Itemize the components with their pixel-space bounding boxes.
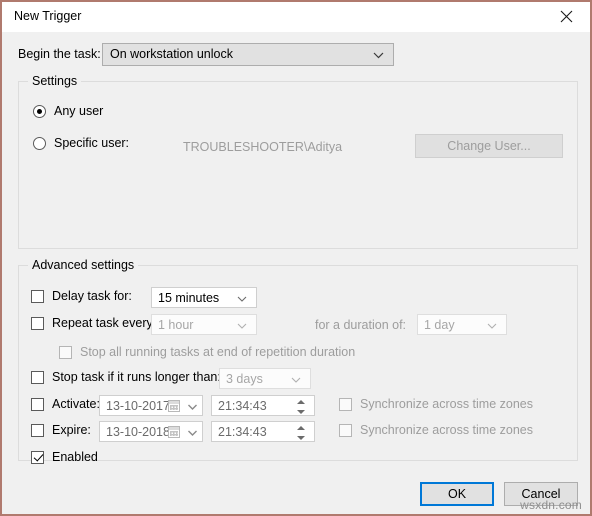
- radio-specific-user-indicator: [33, 136, 46, 150]
- spinner-activate-time[interactable]: [297, 399, 310, 415]
- checkbox-sync-expire-indicator: [339, 423, 352, 437]
- radio-any-user[interactable]: Any user: [33, 104, 103, 118]
- time-field-activate[interactable]: 21:34:43: [211, 395, 315, 416]
- specific-user-value: TROUBLESHOOTER\Aditya: [183, 140, 343, 154]
- close-icon: [560, 10, 573, 23]
- calendar-icon: [168, 426, 180, 438]
- checkbox-sync-activate[interactable]: Synchronize across time zones: [339, 397, 533, 411]
- checkbox-repeat-task-label: Repeat task every:: [52, 316, 157, 330]
- radio-specific-user[interactable]: Specific user:: [33, 136, 129, 150]
- date-field-activate-value: 13-10-2017: [106, 399, 170, 413]
- combo-duration[interactable]: 1 day: [417, 314, 507, 335]
- combo-stop-task[interactable]: 3 days: [219, 368, 311, 389]
- combo-repeat-task-value: 1 hour: [158, 318, 194, 332]
- checkbox-stop-all-running-tasks-indicator: [59, 345, 72, 359]
- checkbox-expire-label: Expire:: [52, 423, 91, 437]
- advanced-legend: Advanced settings: [28, 258, 139, 272]
- chevron-down-icon: [188, 397, 197, 415]
- checkbox-sync-activate-indicator: [339, 397, 352, 411]
- combo-delay-task[interactable]: 15 minutes: [151, 287, 257, 308]
- change-user-button[interactable]: Change User...: [415, 134, 563, 158]
- settings-group: Settings Any user Specific user: TROUBLE…: [18, 74, 578, 249]
- checkbox-enabled[interactable]: Enabled: [31, 450, 98, 464]
- combo-repeat-task[interactable]: 1 hour: [151, 314, 257, 335]
- close-button[interactable]: [544, 2, 588, 31]
- checkbox-expire-indicator: [31, 423, 44, 437]
- title-bar: New Trigger: [2, 2, 590, 32]
- radio-any-user-label: Any user: [54, 104, 104, 118]
- chevron-down-icon: [373, 46, 384, 64]
- begin-task-row: Begin the task: On workstation unlock: [18, 43, 578, 67]
- calendar-icon: [168, 400, 180, 412]
- checkbox-repeat-task[interactable]: Repeat task every:: [31, 316, 156, 330]
- chevron-down-icon: [237, 316, 247, 334]
- chevron-down-icon: [237, 289, 247, 307]
- spinner-down-icon[interactable]: [297, 410, 305, 414]
- window-title: New Trigger: [14, 9, 82, 23]
- checkbox-activate-label: Activate:: [52, 397, 100, 411]
- checkbox-sync-activate-label: Synchronize across time zones: [360, 397, 533, 411]
- begin-task-combo[interactable]: On workstation unlock: [102, 43, 394, 66]
- begin-task-label: Begin the task:: [18, 47, 101, 61]
- checkbox-stop-task[interactable]: Stop task if it runs longer than:: [31, 370, 221, 384]
- checkbox-delay-task[interactable]: Delay task for:: [31, 289, 132, 303]
- radio-specific-user-label: Specific user:: [54, 136, 130, 150]
- time-field-expire-value: 21:34:43: [218, 425, 267, 439]
- combo-delay-task-value: 15 minutes: [158, 291, 220, 305]
- duration-label: for a duration of:: [315, 318, 407, 332]
- ok-button[interactable]: OK: [420, 482, 494, 506]
- date-field-activate[interactable]: 13-10-2017: [99, 395, 203, 416]
- time-field-activate-value: 21:34:43: [218, 399, 267, 413]
- radio-any-user-indicator: [33, 104, 46, 118]
- chevron-down-icon: [291, 370, 301, 388]
- chevron-down-icon: [188, 423, 197, 441]
- checkbox-delay-task-indicator: [31, 289, 44, 303]
- dialog-body: Begin the task: On workstation unlock Se…: [2, 32, 590, 514]
- spinner-up-icon[interactable]: [297, 426, 305, 430]
- checkbox-activate-indicator: [31, 397, 44, 411]
- checkbox-expire[interactable]: Expire:: [31, 423, 91, 437]
- watermark: wsxdn.com: [520, 498, 582, 512]
- settings-legend: Settings: [28, 74, 82, 88]
- advanced-settings-group: Advanced settings Delay task for: 15 min…: [18, 258, 578, 464]
- spinner-up-icon[interactable]: [297, 400, 305, 404]
- time-field-expire[interactable]: 21:34:43: [211, 421, 315, 442]
- checkbox-activate[interactable]: Activate:: [31, 397, 100, 411]
- checkbox-stop-task-indicator: [31, 370, 44, 384]
- checkbox-enabled-label: Enabled: [52, 450, 98, 464]
- checkbox-sync-expire-label: Synchronize across time zones: [360, 423, 533, 437]
- checkbox-stop-all-running-tasks-label: Stop all running tasks at end of repetit…: [80, 345, 356, 359]
- checkbox-enabled-indicator: [31, 450, 44, 464]
- combo-duration-value: 1 day: [424, 318, 455, 332]
- begin-task-value: On workstation unlock: [110, 47, 233, 61]
- date-field-expire[interactable]: 13-10-2018: [99, 421, 203, 442]
- checkbox-sync-expire[interactable]: Synchronize across time zones: [339, 423, 533, 437]
- date-field-expire-value: 13-10-2018: [106, 425, 170, 439]
- combo-stop-task-value: 3 days: [226, 372, 263, 386]
- new-trigger-dialog: New Trigger Begin the task: On workstati…: [0, 0, 592, 516]
- checkbox-stop-task-label: Stop task if it runs longer than:: [52, 370, 221, 384]
- checkbox-repeat-task-indicator: [31, 316, 44, 330]
- checkbox-stop-all-running-tasks[interactable]: Stop all running tasks at end of repetit…: [59, 345, 355, 359]
- spinner-expire-time[interactable]: [297, 425, 310, 441]
- spinner-down-icon[interactable]: [297, 436, 305, 440]
- chevron-down-icon: [487, 316, 497, 334]
- checkbox-delay-task-label: Delay task for:: [52, 289, 132, 303]
